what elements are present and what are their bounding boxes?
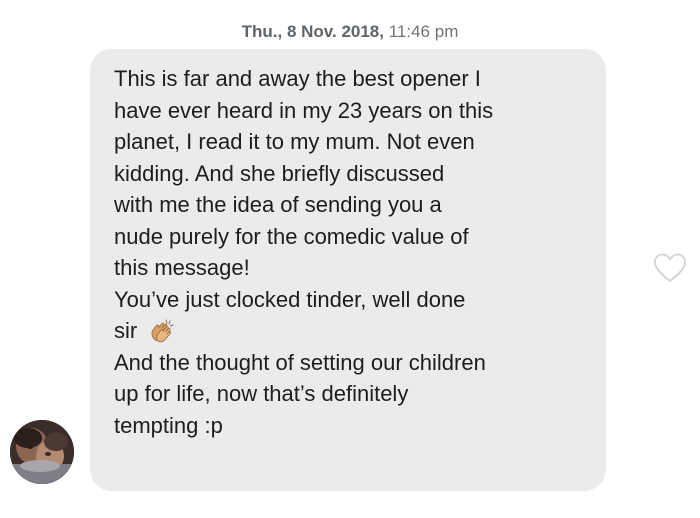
timestamp-date: 8 Nov. 2018,: [286, 22, 384, 41]
message-line: have ever heard in my 23 years on this: [114, 97, 494, 123]
sender-avatar[interactable]: [10, 420, 74, 484]
message-line-with-emoji: sir: [114, 315, 588, 347]
message-line: up for life, now that’s definitely: [114, 381, 409, 406]
message-line: sir: [114, 318, 138, 343]
like-heart-icon[interactable]: [652, 252, 688, 284]
timestamp-day: Thu.,: [241, 22, 283, 41]
timestamp-time: 11:46 pm: [388, 22, 459, 41]
message-line: planet, I read it to my mum. Not even: [114, 129, 475, 154]
message-line: You’ve just clocked tinder, well done: [114, 286, 466, 312]
avatar-photo: [10, 420, 74, 484]
message-line: And the thought of setting our children: [114, 349, 486, 375]
message-line: This is far and away the best opener I: [114, 66, 481, 91]
message-line: with me the idea of sending you a: [114, 192, 442, 217]
message-line: this message!: [114, 255, 250, 280]
message-line: tempting :p: [114, 412, 223, 438]
message-line: nude purely for the comedic value of: [114, 223, 469, 249]
received-message-bubble[interactable]: This is far and away the best opener I h…: [90, 49, 606, 491]
message-timestamp: Thu., 8 Nov. 2018, 11:46 pm: [0, 22, 700, 42]
message-line: kidding. And she briefly discussed: [114, 160, 445, 186]
